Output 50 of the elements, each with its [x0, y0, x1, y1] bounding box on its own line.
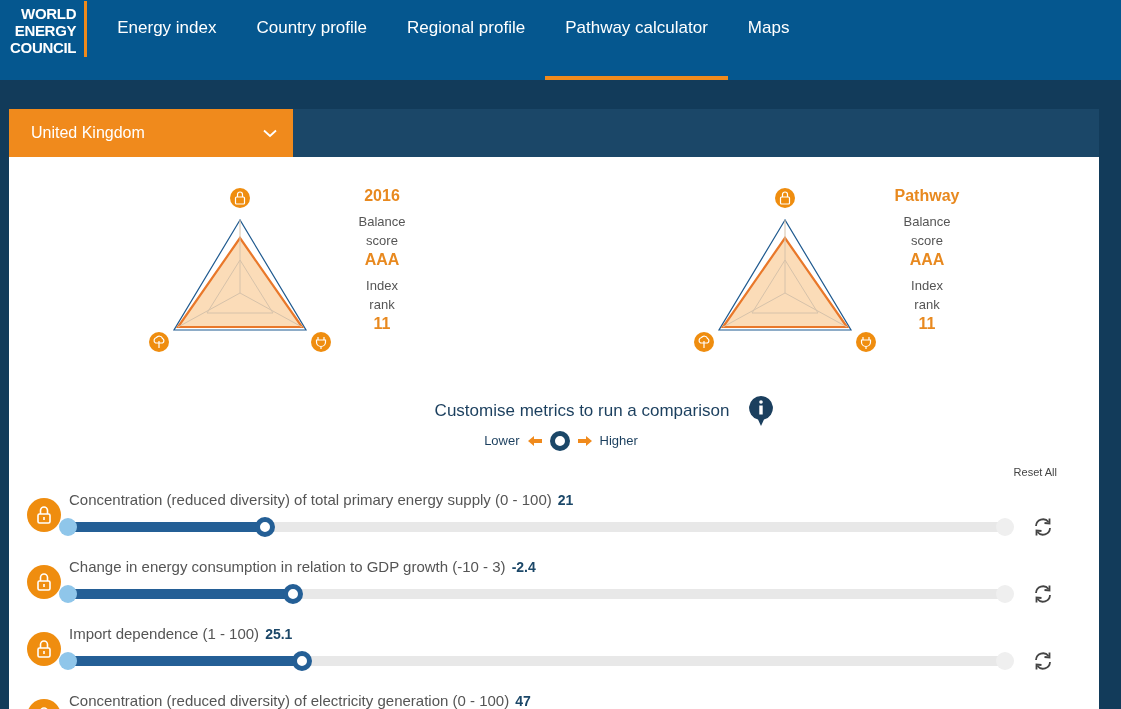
left-arrow-icon [527, 436, 542, 446]
balance-score-label: Balance score [357, 213, 407, 250]
chevron-down-icon [263, 128, 277, 138]
slider-start-knob[interactable] [59, 518, 77, 536]
nav-tab[interactable]: Country profile [236, 0, 388, 80]
tree-icon [694, 332, 714, 352]
logo-text: WORLD [21, 4, 77, 22]
balance-score-value: AAA [364, 250, 400, 270]
slider-thumb[interactable] [292, 651, 313, 671]
lock-icon [775, 188, 795, 208]
logo-text: ENERGY [14, 21, 77, 39]
index-rank-label: Index rank [910, 277, 944, 314]
metric-label: Concentration (reduced diversity) of total primary energy supply (0 - 100) 21 [68, 490, 575, 510]
scorecard-title: 2016 [364, 186, 400, 206]
plug-icon [856, 332, 876, 352]
index-rank-value: 11 [373, 314, 391, 334]
lower-label: Lower [484, 432, 520, 450]
metric-label: Import dependence (1 - 100) 25.1 [68, 624, 294, 644]
higher-label: Higher [599, 432, 638, 450]
metric-label: Concentration (reduced diversity) of electricity generation (0 - 100) 47 [68, 691, 532, 709]
reset-icon[interactable] [1033, 584, 1053, 604]
right-arrow-icon [577, 436, 592, 446]
plug-icon [311, 332, 331, 352]
ring-icon [549, 431, 570, 451]
reset-all-button[interactable]: Reset All [1013, 465, 1057, 479]
nav-tab[interactable]: Energy index [97, 0, 237, 80]
nav-tab[interactable]: Regional profile [387, 0, 546, 80]
scorecard-title: Pathway [894, 186, 960, 206]
metric-label: Change in energy consumption in relation to GDP growth (-10 - 3) -2.4 [68, 557, 537, 577]
logo-text: COUNCIL [10, 38, 77, 56]
slider-thumb[interactable] [282, 584, 303, 604]
index-rank-value: 11 [918, 314, 936, 334]
tree-icon [149, 332, 169, 352]
metric-value: 21 [557, 492, 574, 508]
info-icon[interactable] [749, 396, 774, 426]
lock-icon [230, 188, 250, 208]
metric-value: 47 [515, 693, 531, 709]
metric-value: 25.1 [265, 626, 293, 642]
nav-tab[interactable]: Maps [727, 0, 810, 80]
slider-start-knob[interactable] [59, 652, 77, 670]
slider-thumb[interactable] [254, 517, 275, 537]
balance-score-value: AAA [909, 250, 945, 270]
reset-icon[interactable] [1033, 517, 1053, 537]
slider-start-knob[interactable] [59, 585, 77, 603]
nav-tab[interactable]: Pathway calculator [545, 0, 728, 80]
index-rank-label: Index rank [365, 277, 399, 314]
reset-icon[interactable] [1033, 651, 1053, 671]
comparison-heading: Customise metrics to run a comparison [434, 400, 730, 422]
balance-score-label: Balance score [902, 213, 952, 250]
metric-value: -2.4 [511, 559, 536, 575]
